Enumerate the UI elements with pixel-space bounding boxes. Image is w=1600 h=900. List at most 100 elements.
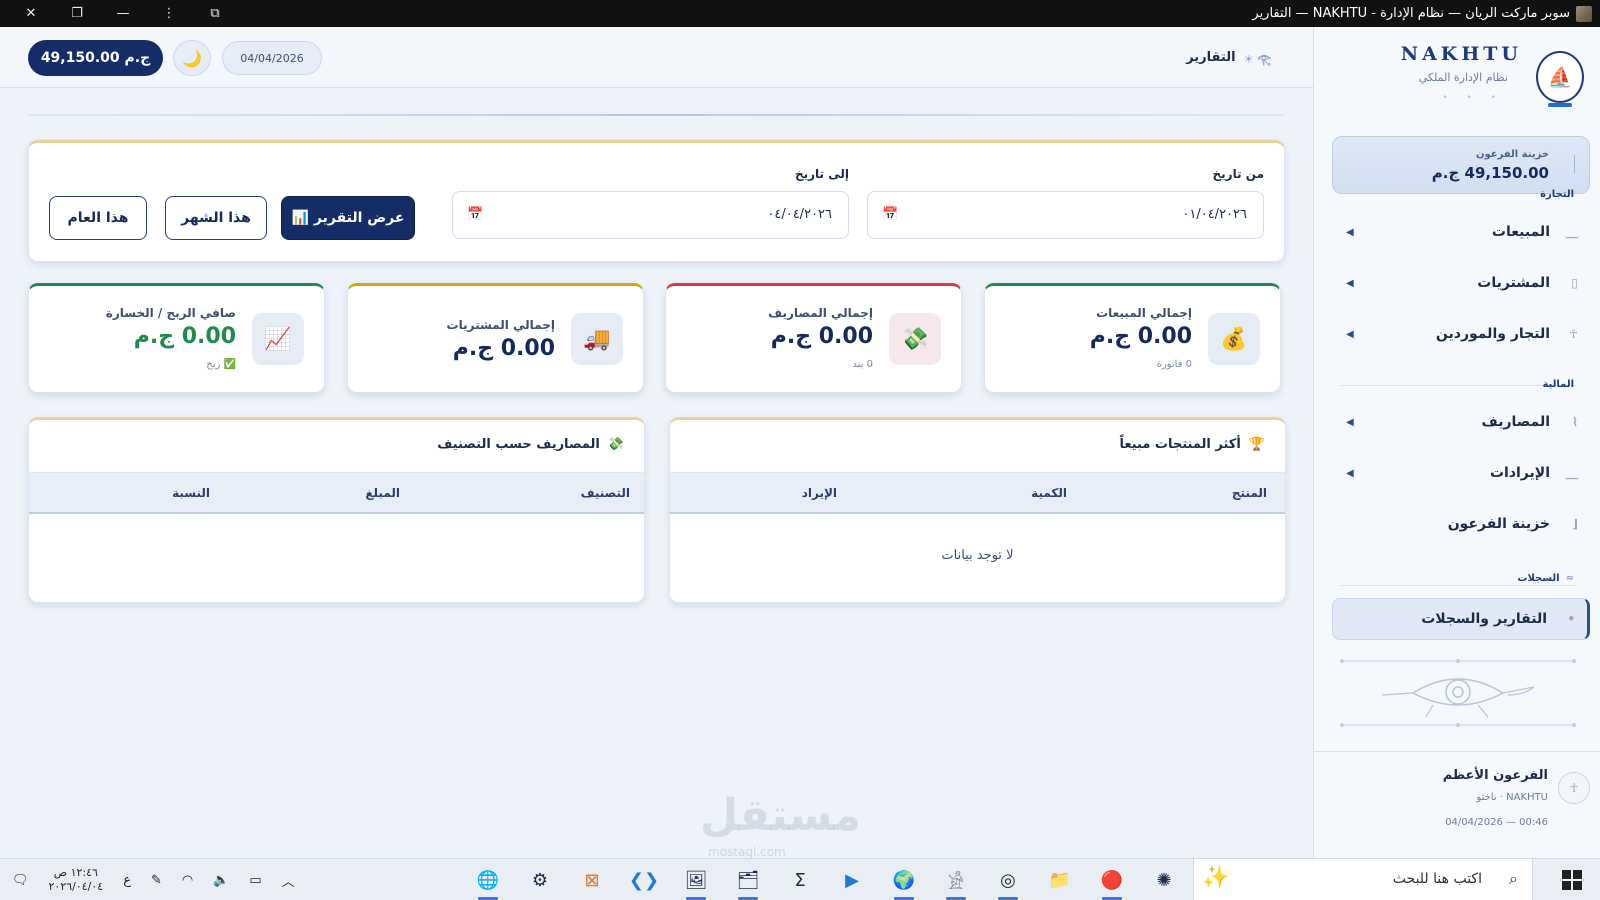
- taskbar: 🗨 ١٢:٤٦ ص ٢٠٢٦/٠٤/٠٤ ع ✎ ◠ 🔈 ▭ ︿ 🌐 ⚙ ⊠ ❮❯…: [0, 858, 1600, 900]
- section-title-finance: المالية: [1542, 379, 1574, 390]
- logo-underline: [1548, 103, 1572, 107]
- sidebar-item-expenses[interactable]: ⌇ المصاريف ◀: [1332, 401, 1590, 443]
- user-timestamp: 04/04/2026 — 00:46: [1445, 817, 1548, 828]
- extension-icon[interactable]: ⧉: [192, 0, 238, 27]
- taskbar-app-xampp[interactable]: ⊠: [574, 862, 610, 898]
- page-header: 𓂀 ☀ التقارير 04/04/2026 🌙 49,150.00 ج.م: [0, 27, 1313, 88]
- section-title-text: السجلات: [1517, 573, 1560, 584]
- sidebar-item-label: خزينة الفرعون: [1447, 516, 1550, 532]
- search-icon: ⌕: [1509, 869, 1518, 888]
- taskbar-app-chatgpt[interactable]: ◎: [990, 862, 1026, 900]
- chevron-left-icon: ◀: [1346, 226, 1354, 238]
- divider: [1340, 385, 1576, 386]
- stat-sub: 0 فاتورة: [1156, 359, 1192, 370]
- expenses-category-title-text: المصاريف حسب التصنيف: [437, 437, 600, 452]
- sidebar-item-label: المبيعات: [1491, 224, 1550, 240]
- search-placeholder: اكتب هنا للبحث: [1392, 871, 1482, 887]
- sidebar-item-suppliers[interactable]: ☥ التجار والموردين ◀: [1332, 313, 1590, 355]
- calendar-icon[interactable]: 📅: [882, 207, 898, 222]
- user-profile[interactable]: ☥ الفرعون الأعظم NAKHTU · ناختو 04/04/20…: [1313, 751, 1600, 858]
- taskbar-app-settings[interactable]: ⚙: [522, 862, 558, 898]
- sidebar-item-sales[interactable]: ﹏ المبيعات ◀: [1332, 211, 1590, 253]
- taskbar-app-chrome-profile[interactable]: 🌐: [470, 862, 506, 900]
- column-header[interactable]: المنتج: [1232, 486, 1267, 500]
- stat-card-expenses: 💸 إجمالي المصاريف 0.00 ج.م 0 بند: [665, 283, 962, 393]
- volume-icon[interactable]: 🔈: [213, 873, 229, 888]
- this-year-button[interactable]: هذا العام: [49, 196, 147, 240]
- this-month-button[interactable]: هذا الشهر: [165, 196, 267, 240]
- stat-value: 0.00 ج.م: [1089, 324, 1192, 349]
- to-date-input[interactable]: ٠٤/٠٤/٢٠٢٦ 📅: [452, 191, 849, 239]
- column-header[interactable]: الإيراد: [802, 486, 837, 500]
- pharaoh-icon: 𓂀 ☀: [1243, 53, 1271, 66]
- from-date-input[interactable]: ٠١/٠٤/٢٠٢٦ 📅: [867, 191, 1264, 239]
- sidebar-item-purchases[interactable]: ▯ المشتريات ◀: [1332, 262, 1590, 304]
- taskbar-app-image-viewer[interactable]: 🖼: [678, 862, 714, 900]
- sales-icon: ﹏: [1565, 225, 1578, 240]
- taskbar-app-sigma[interactable]: Σ: [782, 862, 818, 898]
- expenses-icon: ⌇: [1572, 415, 1578, 429]
- sidebar-item-label: التقارير والسجلات: [1421, 611, 1547, 627]
- battery-icon[interactable]: ▭: [249, 873, 261, 888]
- clock[interactable]: ١٢:٤٦ ص ٢٠٢٦/٠٤/٠٤: [49, 866, 104, 894]
- trophy-icon: 🏆: [1248, 437, 1265, 452]
- money-wings-icon: 💸: [607, 437, 624, 452]
- profit-status-badge: ✅ ربح: [206, 359, 236, 370]
- wifi-icon[interactable]: ◠: [182, 873, 193, 888]
- minimize-window-button[interactable]: —: [100, 0, 146, 27]
- stat-label: إجمالي المشتريات: [446, 318, 555, 332]
- taskbar-app-file-explorer[interactable]: 📁: [1042, 862, 1078, 898]
- pen-icon[interactable]: ✎: [151, 873, 162, 888]
- sidebar: ⛵ NAKHTU نظام الإدارة الملكي • • • خزينة…: [1313, 27, 1600, 858]
- sidebar-item-label: المصاريف: [1481, 414, 1550, 430]
- sparkle-icon: ✨: [1202, 865, 1230, 890]
- sidebar-item-label: المشتريات: [1477, 275, 1550, 291]
- taskbar-app-chrome[interactable]: 🔴: [1094, 862, 1130, 900]
- column-header[interactable]: الكمية: [1031, 486, 1067, 500]
- theme-toggle-button[interactable]: 🌙: [173, 40, 211, 76]
- sidebar-item-treasury[interactable]: ⌊ خزينة الفرعون: [1332, 503, 1590, 545]
- show-report-button[interactable]: 📊 عرض التقرير: [281, 196, 415, 240]
- restore-window-button[interactable]: ❐: [54, 0, 100, 27]
- treasury-icon: ⌊: [1572, 517, 1578, 531]
- sidebar-item-label: التجار والموردين: [1435, 326, 1550, 342]
- clock-date: ٢٠٢٦/٠٤/٠٤: [48, 880, 104, 893]
- calendar-icon[interactable]: 📅: [467, 207, 483, 222]
- to-date-label: إلى تاريخ: [794, 167, 849, 181]
- window-menu-button[interactable]: ⋮: [146, 0, 192, 27]
- taskbar-app-media-player[interactable]: ▶: [834, 862, 870, 898]
- column-header[interactable]: النسبة: [172, 486, 210, 500]
- taskbar-search[interactable]: ✨ اكتب هنا للبحث ⌕: [1193, 859, 1533, 900]
- windows-start-icon[interactable]: [1562, 870, 1582, 890]
- money-wings-icon: 💸: [889, 313, 941, 365]
- taskbar-app-copilot[interactable]: ✺: [1146, 862, 1182, 898]
- sidebar-item-revenue[interactable]: ﹏ الإيرادات ◀: [1332, 452, 1590, 494]
- taskbar-app-pharaoh[interactable]: 𓀀: [938, 862, 974, 900]
- notification-icon[interactable]: 🗨: [12, 873, 29, 888]
- taskbar-app-vscode[interactable]: ❮❯: [626, 862, 662, 898]
- close-window-button[interactable]: ✕: [8, 0, 54, 27]
- brand-name: NAKHTU: [1400, 43, 1522, 65]
- sidebar-item-reports[interactable]: • التقارير والسجلات: [1332, 598, 1590, 640]
- taskbar-apps: 🌐 ⚙ ⊠ ❮❯ 🖼 🗂 Σ ▶ 🌍 𓀀 ◎ 📁 🔴 ✺: [470, 862, 1182, 900]
- treasury-marker: [1567, 155, 1575, 173]
- date-filter-card: من تاريخ ٠١/٠٤/٢٠٢٦ 📅 إلى تاريخ ٠٤/٠٤/٢٠…: [28, 140, 1285, 262]
- records-icon: ≈: [1565, 573, 1574, 584]
- app-icon: [1576, 5, 1592, 22]
- column-header[interactable]: المبلغ: [365, 486, 400, 500]
- balance-badge: 49,150.00 ج.م: [28, 40, 163, 76]
- sidebar-item-label: الإيرادات: [1489, 465, 1550, 481]
- divider: [1340, 585, 1576, 586]
- top-products-title-text: أكثر المنتجات مبيعاً: [1119, 437, 1241, 452]
- language-indicator[interactable]: ع: [123, 873, 131, 888]
- taskbar-app-photos[interactable]: 🗂: [730, 862, 766, 900]
- stat-value: 0.00 ج.م: [452, 336, 555, 361]
- section-title-trade: التجارة: [1540, 189, 1574, 200]
- treasury-card[interactable]: خزينة الفرعون 49,150.00 ج.م: [1332, 136, 1590, 194]
- user-subtitle: NAKHTU · ناختو: [1476, 792, 1548, 803]
- column-header[interactable]: التصنيف: [581, 486, 630, 500]
- chevron-up-icon[interactable]: ︿: [282, 871, 295, 890]
- chevron-left-icon: ◀: [1346, 416, 1354, 428]
- date-badge: 04/04/2026: [222, 41, 322, 75]
- taskbar-app-browser-profile[interactable]: 🌍: [886, 862, 922, 900]
